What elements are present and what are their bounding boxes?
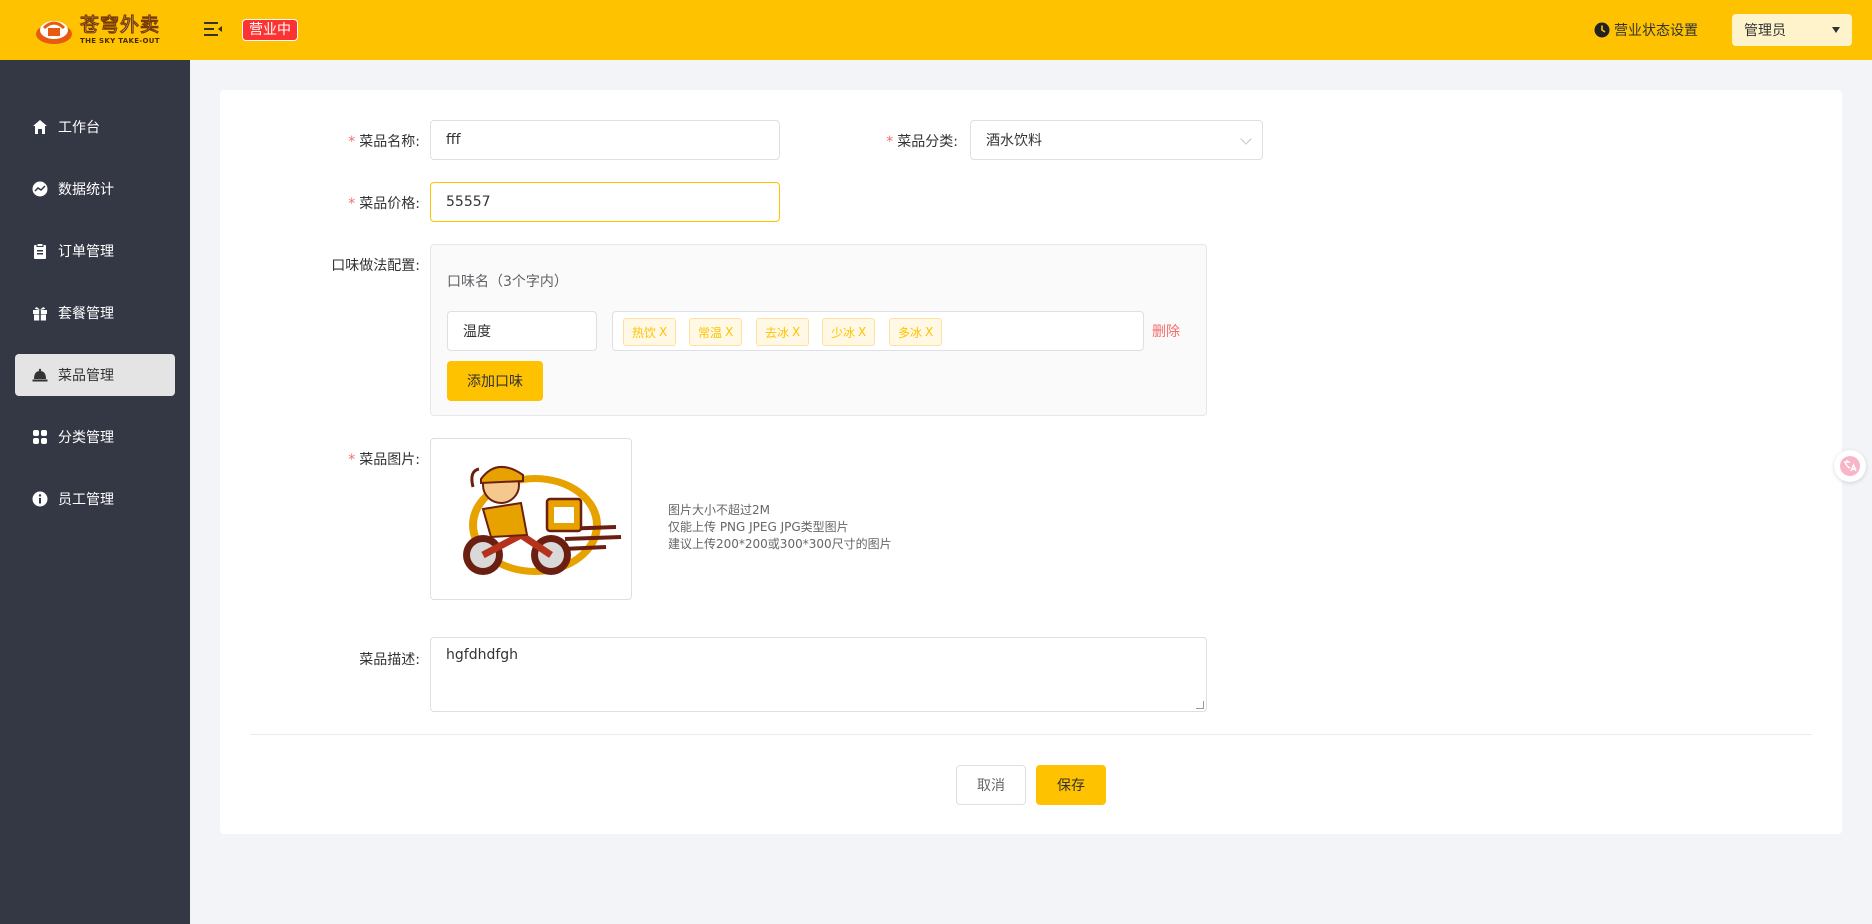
flavor-tag: 多冰 X (889, 318, 943, 346)
save-button[interactable]: 保存 (1036, 765, 1106, 805)
sidebar-item-categories[interactable]: 分类管理 (15, 416, 175, 458)
logo-subtitle: THE SKY TAKE-OUT (80, 36, 160, 45)
flavor-config-label: 口味做法配置: (331, 258, 420, 274)
business-status-badge: 营业中 (242, 19, 298, 41)
tag-close-icon[interactable]: X (725, 325, 733, 339)
flavor-tag: 常温 X (689, 318, 743, 346)
user-menu-dropdown[interactable]: 管理员 (1732, 14, 1852, 46)
clipboard-icon (34, 243, 46, 259)
business-status-settings-button[interactable]: 营业状态设置 (1594, 20, 1698, 40)
info-icon (32, 491, 48, 507)
dish-category-value: 酒水饮料 (986, 133, 1042, 149)
dish-image-upload[interactable] (430, 438, 632, 600)
gift-icon (33, 307, 47, 321)
flavor-tag: 少冰 X (822, 318, 876, 346)
business-status-settings-label: 营业状态设置 (1614, 23, 1698, 39)
translate-floating-button[interactable] (1834, 450, 1866, 482)
dish-price-input[interactable]: 55557 (430, 182, 780, 222)
flavor-tag: 热饮 X (623, 318, 677, 346)
sidebar-item-label: 员工管理 (58, 492, 114, 508)
flavor-delete-link[interactable]: 删除 (1152, 321, 1180, 341)
logo: 苍穹外卖 THE SKY TAKE-OUT (34, 14, 160, 46)
dish-image-label: * 菜品图片: (348, 452, 420, 468)
dish-name-input[interactable]: fff (430, 120, 780, 160)
sidebar: 工作台 数据统计 订单管理 套餐管理 菜品管理 分类管理 员工管理 (0, 60, 190, 924)
sidebar-item-setmeals[interactable]: 套餐管理 (15, 292, 175, 334)
dish-description-label: 菜品描述: (359, 652, 420, 668)
menu-fold-icon[interactable] (204, 21, 222, 37)
cancel-button[interactable]: 取消 (956, 765, 1026, 805)
logo-title: 苍穹外卖 (80, 13, 161, 36)
translate-icon (1840, 456, 1860, 476)
grid-icon (33, 430, 47, 444)
home-icon (33, 120, 47, 134)
tag-close-icon[interactable]: X (659, 325, 667, 339)
user-name: 管理员 (1744, 23, 1786, 39)
dish-category-label: * 菜品分类: (886, 134, 958, 150)
form-divider (250, 734, 1812, 735)
dish-category-select[interactable]: 酒水饮料 (970, 120, 1263, 160)
sidebar-item-label: 菜品管理 (58, 368, 114, 384)
top-header: 苍穹外卖 THE SKY TAKE-OUT 营业中 营业状态设置 管理员 (0, 0, 1872, 60)
tag-close-icon[interactable]: X (792, 325, 800, 339)
sidebar-item-employees[interactable]: 员工管理 (15, 478, 175, 520)
sidebar-item-dishes[interactable]: 菜品管理 (15, 354, 175, 396)
add-flavor-button[interactable]: 添加口味 (447, 361, 543, 401)
image-upload-tips: 图片大小不超过2M 仅能上传 PNG JPEG JPG类型图片 建议上传200*… (668, 503, 892, 551)
dish-name-label: * 菜品名称: (348, 134, 420, 150)
tag-close-icon[interactable]: X (925, 325, 933, 339)
chart-icon (32, 181, 48, 197)
flavor-values-input[interactable]: 热饮 X 常温 X 去冰 X 少冰 X 多冰 X (612, 311, 1144, 351)
flavor-config-panel: 口味名（3个字内） 温度 热饮 X 常温 X 去冰 X 少冰 X 多冰 X 删除 添加口味 (430, 244, 1207, 416)
sidebar-item-label: 工作台 (58, 120, 100, 136)
dish-description-textarea[interactable]: hgfdhdfgh (430, 637, 1207, 712)
dish-price-label: * 菜品价格: (348, 196, 420, 212)
flavor-name-input[interactable]: 温度 (447, 311, 597, 351)
flavor-name-hint: 口味名（3个字内） (447, 274, 568, 290)
flavor-tag: 去冰 X (756, 318, 810, 346)
caret-down-icon (1832, 27, 1840, 33)
dish-icon (32, 368, 48, 382)
sidebar-item-label: 分类管理 (58, 430, 114, 446)
logo-icon (36, 21, 72, 44)
sidebar-item-label: 套餐管理 (58, 306, 114, 322)
resize-handle-icon[interactable] (1196, 701, 1204, 709)
tag-close-icon[interactable]: X (858, 325, 866, 339)
chevron-down-icon (1240, 133, 1252, 145)
dish-image-preview (463, 466, 622, 575)
sidebar-item-statistics[interactable]: 数据统计 (15, 168, 175, 210)
sidebar-item-label: 订单管理 (58, 244, 114, 260)
sidebar-item-label: 数据统计 (58, 182, 114, 198)
sidebar-item-workbench[interactable]: 工作台 (15, 106, 175, 148)
sidebar-item-orders[interactable]: 订单管理 (15, 230, 175, 272)
clock-icon (1594, 22, 1610, 38)
